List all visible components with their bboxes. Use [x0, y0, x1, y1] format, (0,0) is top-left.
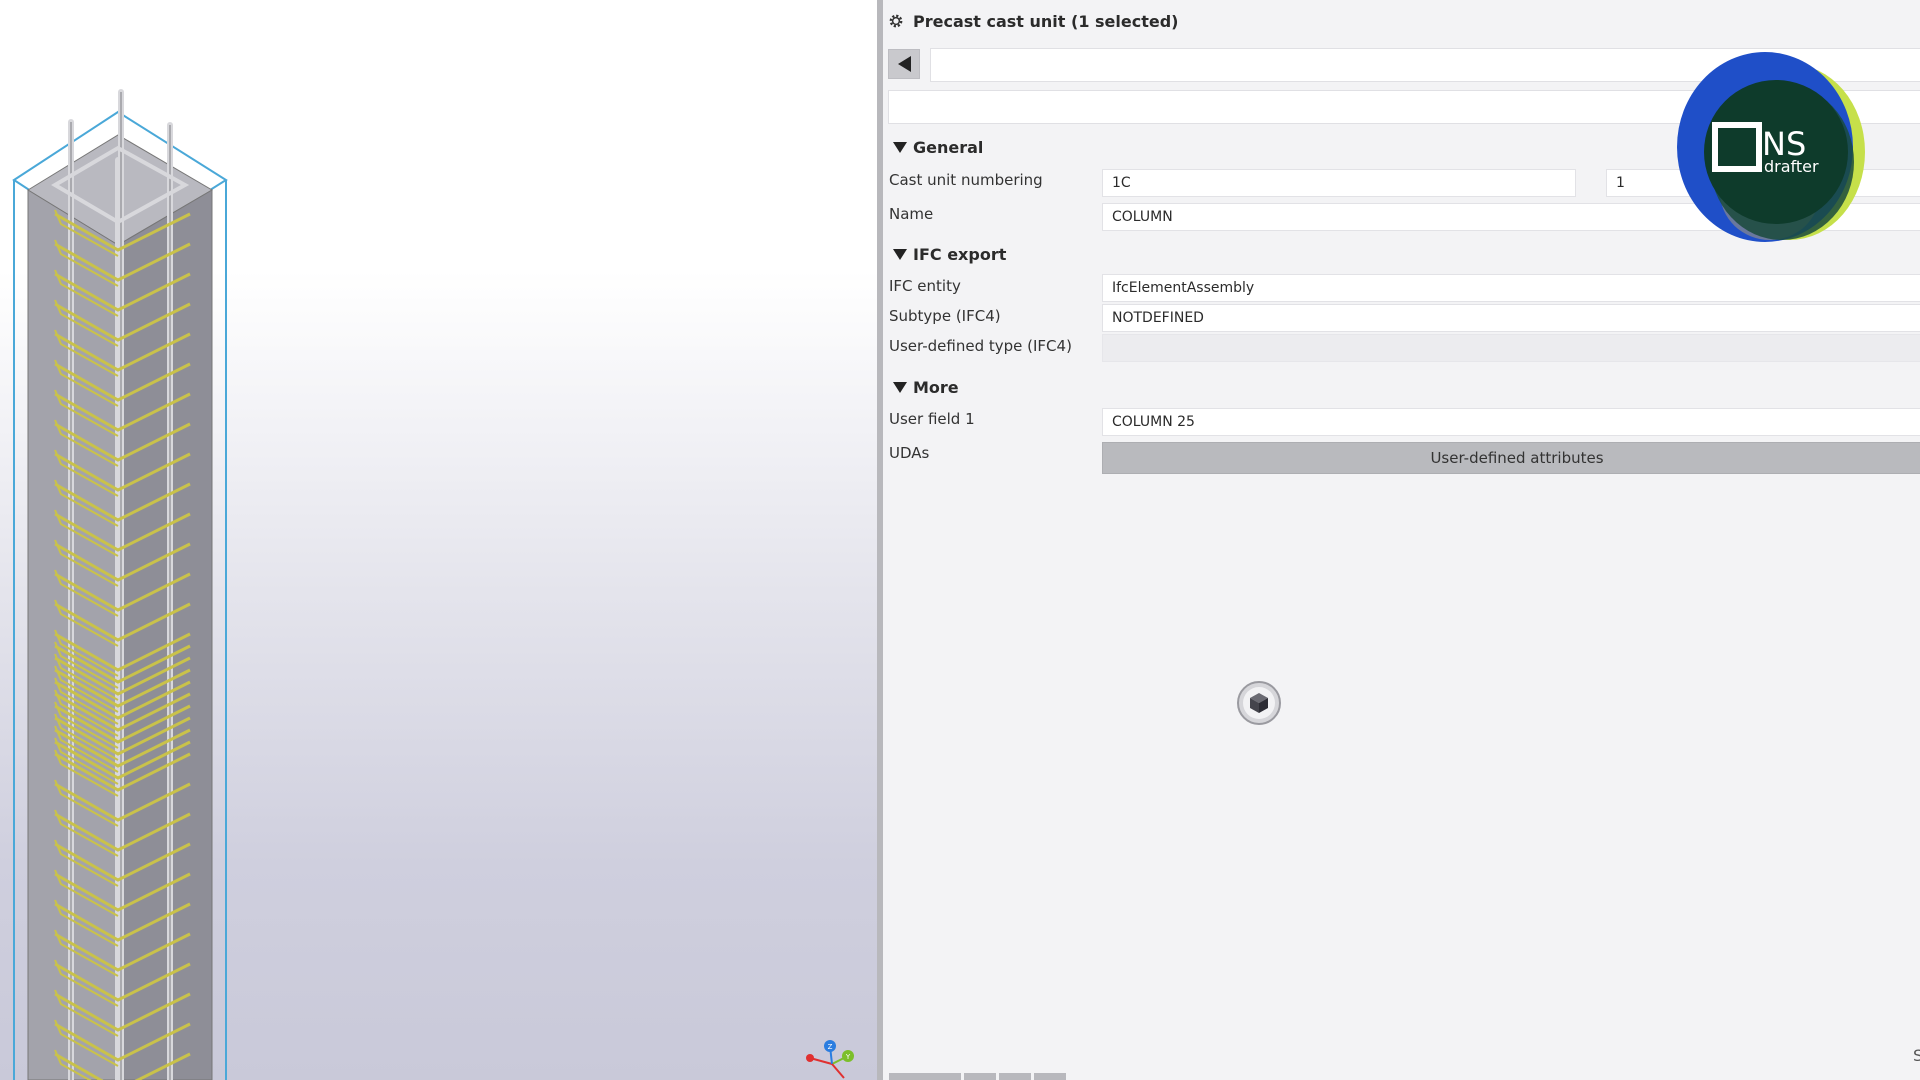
bottom-tab[interactable]: [889, 1073, 961, 1080]
panel-title: Precast cast unit (1 selected): [913, 11, 1179, 31]
user-field-1-label: User field 1: [889, 410, 975, 428]
section-ifc-export[interactable]: IFC export: [893, 245, 1006, 264]
user-defined-type-field[interactable]: [1102, 334, 1920, 362]
panel-header: Precast cast unit (1 selected): [887, 8, 1178, 34]
triangle-left-icon: [897, 56, 911, 72]
back-button[interactable]: [888, 49, 920, 79]
model-viewport[interactable]: Y Z: [0, 0, 877, 1080]
precast-column-model[interactable]: [0, 0, 877, 1080]
subtype-field[interactable]: NOTDEFINED: [1102, 304, 1920, 332]
cast-unit-numbering-label: Cast unit numbering: [889, 171, 1043, 189]
svg-text:Y: Y: [845, 1053, 851, 1061]
bottom-tab-strip[interactable]: [889, 1073, 1066, 1080]
bottom-tab[interactable]: [999, 1073, 1031, 1080]
triangle-down-icon: [893, 142, 907, 153]
gear-icon: [889, 14, 903, 28]
section-general[interactable]: General: [893, 138, 983, 157]
ns-drafter-logo: NS drafter: [1677, 52, 1865, 242]
section-more[interactable]: More: [893, 378, 959, 397]
bottom-tab[interactable]: [1034, 1073, 1066, 1080]
triangle-down-icon: [893, 249, 907, 260]
triangle-down-icon: [893, 382, 907, 393]
section-ifc-export-label: IFC export: [913, 245, 1007, 264]
name-label: Name: [889, 205, 934, 223]
truncated-label: S: [1913, 1046, 1920, 1065]
user-field-1-field[interactable]: COLUMN 25: [1102, 408, 1920, 436]
bottom-tab[interactable]: [964, 1073, 996, 1080]
cast-unit-prefix-field[interactable]: 1C: [1102, 169, 1576, 197]
section-more-label: More: [913, 378, 959, 397]
svg-text:Z: Z: [828, 1043, 833, 1051]
axis-gizmo: Y Z: [806, 1040, 854, 1079]
user-defined-type-label: User-defined type (IFC4): [889, 337, 1072, 355]
ifc-entity-label: IFC entity: [889, 277, 961, 295]
section-general-label: General: [913, 138, 984, 157]
cube-icon[interactable]: [1236, 680, 1282, 726]
user-defined-attributes-button[interactable]: User-defined attributes: [1102, 442, 1920, 474]
udas-label: UDAs: [889, 444, 930, 462]
svg-text:drafter: drafter: [1764, 157, 1819, 176]
subtype-label: Subtype (IFC4): [889, 307, 1001, 325]
ifc-entity-field[interactable]: IfcElementAssembly: [1102, 274, 1920, 302]
